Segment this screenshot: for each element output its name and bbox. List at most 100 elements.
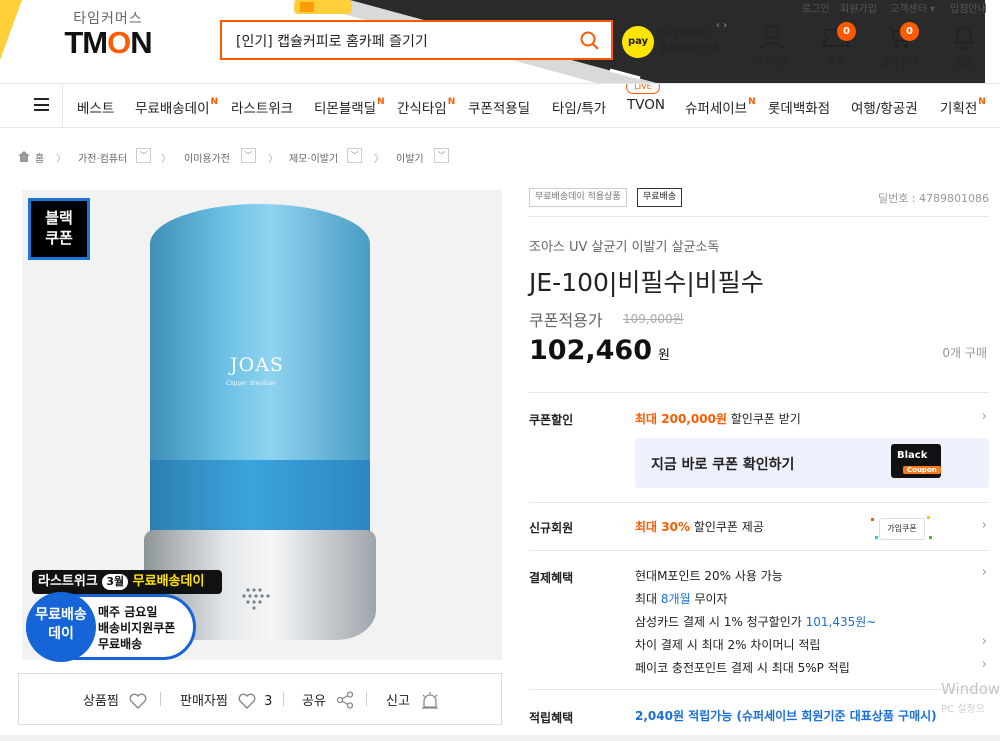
- installment-rest: 무이자: [690, 592, 728, 606]
- menu-icon[interactable]: [34, 98, 49, 111]
- chevron-down-icon[interactable]: ﹀: [347, 148, 362, 163]
- original-price: 109,000원: [623, 312, 684, 326]
- windows-watermark-sub: PC 설정으: [941, 704, 985, 715]
- new-member-link[interactable]: 최대 30% 할인쿠폰 제공: [635, 518, 764, 535]
- payment-benefit-4[interactable]: 차이 결제 시 최대 2% 차이머니 적립: [635, 636, 820, 653]
- coupon-discount-link[interactable]: 최대 200,000원 할인쿠폰 받기: [635, 410, 801, 427]
- nav-item-free-shipping-day[interactable]: 무료배송데이N: [135, 97, 218, 117]
- device-brand: JOAS: [230, 354, 284, 376]
- nav-label: 무료배송데이: [135, 101, 210, 117]
- breadcrumb-category-4[interactable]: 이발기: [396, 150, 424, 165]
- nav-item-black-deal[interactable]: 티몬블랙딜N: [314, 97, 385, 117]
- seller-entry-link[interactable]: 입점안내: [950, 0, 987, 15]
- installment-months: 8개월: [660, 592, 691, 606]
- nav-item-best[interactable]: 베스트: [77, 97, 114, 117]
- my-tmon-button[interactable]: 마이티몬: [750, 24, 794, 74]
- signup-link[interactable]: 회원가입: [840, 0, 877, 15]
- new-badge: N: [978, 97, 986, 107]
- coupon-discount-label: 쿠폰할인: [529, 413, 574, 427]
- promo-month: 3월: [102, 574, 129, 590]
- action-divider: [366, 692, 367, 706]
- nav-item-travel[interactable]: 여행/항공권: [851, 97, 918, 117]
- nav-item-super-save[interactable]: 슈퍼세이브N: [685, 97, 756, 117]
- payment-benefit-2[interactable]: 최대 8개월 무이자: [635, 590, 728, 607]
- notification-button[interactable]: 알림: [942, 24, 986, 74]
- promo-line: 무료배송: [98, 637, 143, 651]
- search-icon[interactable]: [579, 30, 601, 52]
- share-label: 공유: [302, 694, 326, 709]
- nav-label: TVON: [627, 97, 665, 113]
- chevron-right-icon[interactable]: ›: [982, 518, 987, 533]
- new-badge: N: [748, 97, 756, 107]
- payment-benefit-1[interactable]: 현대M포인트 20% 사용 가능: [635, 567, 783, 584]
- customer-center-link[interactable]: 고객센터 ▾: [890, 0, 935, 15]
- heart-icon: [238, 693, 256, 709]
- black-coupon-card-icon: Black Coupon: [891, 444, 941, 478]
- cart-button[interactable]: 0 장바구니: [877, 22, 921, 74]
- seller-wishlist-label: 판매자찜: [180, 694, 228, 709]
- share-button[interactable]: 공유: [302, 690, 354, 709]
- coupon-check-banner[interactable]: 지금 바로 쿠폰 확인하기 Black Coupon: [635, 438, 989, 488]
- new-member-rest: 할인쿠폰 제공: [689, 520, 764, 534]
- kakaopay-benefit[interactable]: pay 카카오페이 결제혜택안내 ‹ ›: [622, 20, 742, 64]
- kakaopay-arrows[interactable]: ‹ ›: [716, 20, 727, 31]
- category-nav: 베스트 무료배송데이N 라스트위크 티몬블랙딜N 간식타임N 쿠폰적용딜 타임/…: [0, 84, 1000, 128]
- reward-benefit-text[interactable]: 2,040원 적립가능 (슈퍼세이브 회원기준 대표상품 구매시): [635, 707, 937, 724]
- chevron-down-icon[interactable]: ﹀: [241, 148, 256, 163]
- chevron-right-icon[interactable]: ›: [982, 634, 987, 649]
- new-badge: N: [447, 97, 456, 107]
- divider: [529, 550, 989, 551]
- black-coupon-card-sub: Coupon: [903, 466, 941, 474]
- promo-line: 배송비지원쿠폰: [98, 621, 176, 635]
- kakaopay-line2: 결제혜택안내: [658, 42, 719, 55]
- free-shipping-promo: 라스트위크 3월 무료배송데이 무료배송 데이 매주 금요일 배송비지원쿠폰 무…: [26, 570, 226, 662]
- device-brand-sub: Clipper Sterilizer: [226, 380, 276, 387]
- cart-count-badge: 0: [900, 22, 919, 41]
- logo-wordmark: TMON: [48, 27, 168, 58]
- nav-item-tvon[interactable]: TVON: [627, 97, 665, 113]
- wishlist-label: 상품찜: [83, 694, 119, 709]
- kakaopay-icon: pay: [622, 26, 654, 58]
- nav-item-snack-time[interactable]: 간식타임N: [397, 97, 455, 117]
- nav-item-coupon-deal[interactable]: 쿠폰적용딜: [468, 97, 530, 117]
- login-link[interactable]: 로그인: [802, 0, 830, 15]
- search-input[interactable]: [인기] 캡슐커피로 홈카페 즐기기: [236, 31, 428, 51]
- nav-item-exhibition[interactable]: 기획전N: [940, 97, 986, 117]
- product-action-bar: 상품찜 판매자찜 3 공유 신고: [18, 673, 502, 725]
- report-button[interactable]: 신고: [386, 690, 440, 709]
- black-coupon-text: 블랙 쿠폰: [45, 209, 73, 247]
- coupon-button[interactable]: 0 쿠폰: [814, 22, 858, 74]
- purchase-count: 0개 구매: [942, 346, 987, 360]
- nav-item-time-special[interactable]: 타임/특가: [552, 97, 606, 117]
- nav-item-last-week[interactable]: 라스트위크: [231, 97, 293, 117]
- kakaopay-line1: 카카오페이: [658, 27, 709, 40]
- nav-item-lotte-department[interactable]: 롯데백화점: [768, 97, 830, 117]
- payment-benefit-3[interactable]: 삼성카드 결제 시 1% 청구할인가 101,435원~: [635, 613, 876, 630]
- free-shipping-day-tag: 무료배송데이 적용상품: [529, 188, 627, 207]
- chevron-right-icon[interactable]: ›: [982, 409, 987, 424]
- promo-top-post: 무료배송데이: [132, 574, 205, 589]
- share-icon: [336, 691, 354, 709]
- chevron-right-icon[interactable]: ›: [982, 565, 987, 580]
- signup-coupon-icon: 가입쿠폰: [869, 514, 933, 544]
- home-icon[interactable]: [18, 151, 30, 162]
- breadcrumb-category-2[interactable]: 이미용가전: [184, 150, 230, 165]
- promo-banner-top: 라스트위크 3월 무료배송데이: [32, 570, 222, 594]
- chevron-right-icon[interactable]: ›: [982, 657, 987, 672]
- chevron-down-icon[interactable]: ﹀: [136, 148, 151, 163]
- tmon-logo[interactable]: 타임커머스 TMON: [48, 8, 168, 58]
- seller-wishlist-button[interactable]: 판매자찜 3: [180, 690, 272, 709]
- chevron-down-icon[interactable]: ﹀: [434, 148, 449, 163]
- search-box[interactable]: [인기] 캡슐커피로 홈카페 즐기기: [220, 20, 613, 60]
- product-subtitle: 조아스 UV 살균기 이발기 살균소독: [529, 240, 720, 255]
- nav-label: 라스트위크: [231, 101, 294, 117]
- breadcrumb-home[interactable]: 홈: [35, 150, 44, 165]
- wishlist-button[interactable]: 상품찜: [83, 690, 147, 709]
- breadcrumb-category-3[interactable]: 제모·이발기: [289, 150, 338, 165]
- divider: [529, 216, 989, 217]
- payment-benefit-5[interactable]: 페이코 충전포인트 결제 시 최대 5%P 적립: [635, 659, 850, 676]
- my-tmon-label: 마이티몬: [753, 58, 791, 69]
- new-member-label: 신규회원: [529, 521, 574, 535]
- new-badge: N: [210, 97, 219, 107]
- breadcrumb-category-1[interactable]: 가전·컴퓨터: [78, 150, 127, 165]
